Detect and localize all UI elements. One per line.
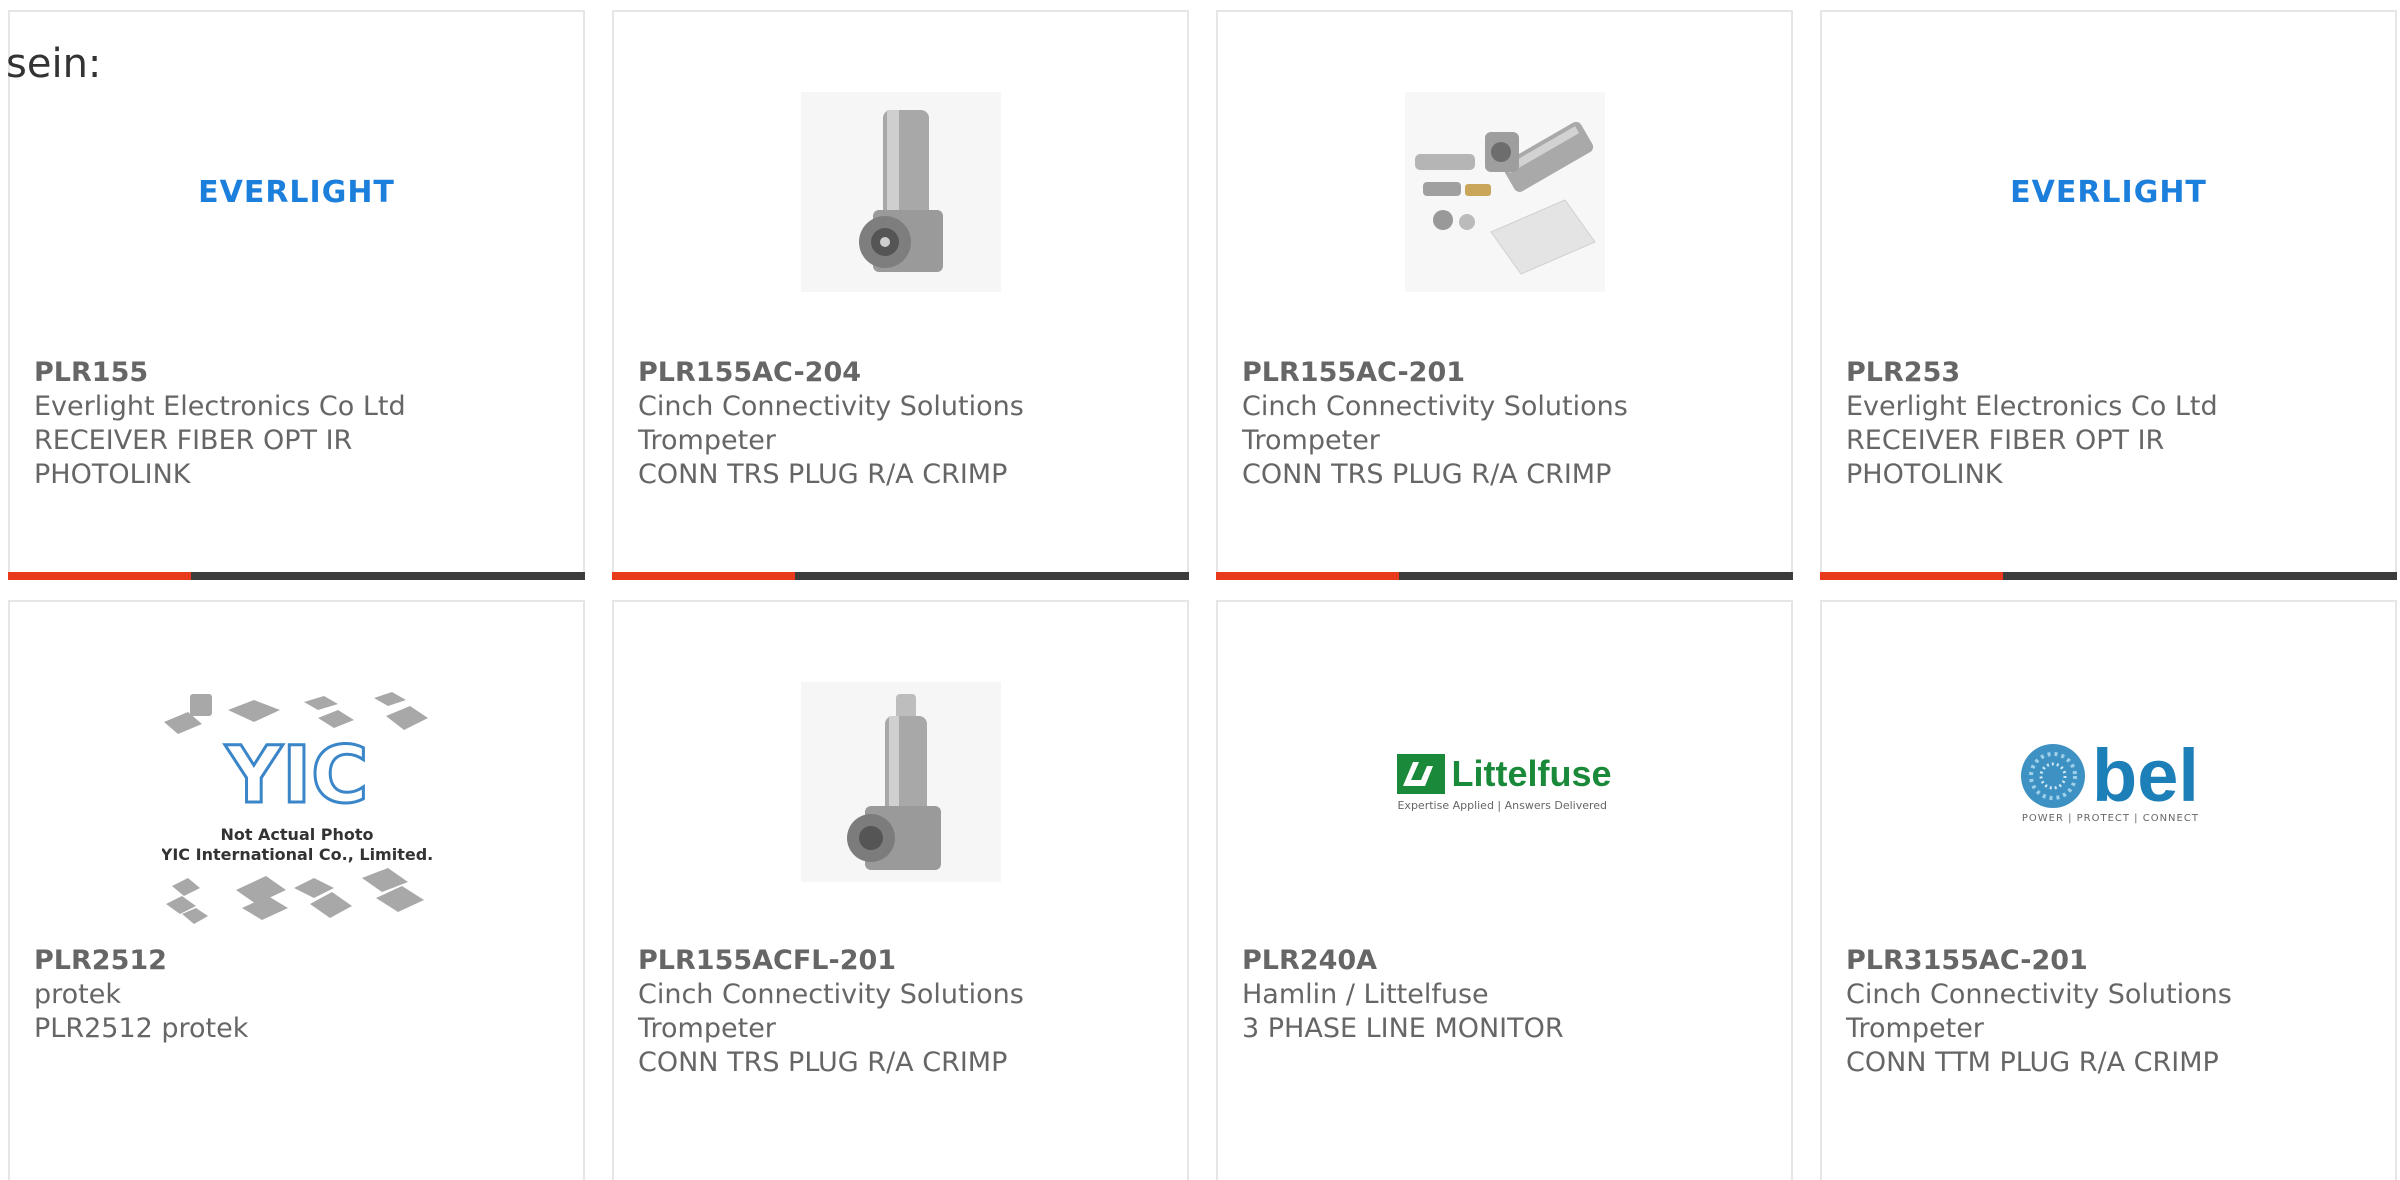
description-line: 3 PHASE LINE MONITOR bbox=[1242, 1013, 1564, 1044]
manufacturer: Cinch Connectivity Solutions bbox=[1846, 979, 2232, 1010]
product-image[interactable]: Littelfuse Expertise Applied | Answers D… bbox=[1218, 662, 1791, 902]
part-number[interactable]: PLR253 bbox=[1846, 356, 2218, 390]
manufacturer: Hamlin / Littelfuse bbox=[1242, 979, 1489, 1010]
product-card[interactable]: YIC Not Actual Photo YIC International C… bbox=[8, 600, 585, 1180]
product-card[interactable]: EVERLIGHT PLR155 Everlight Electronics C… bbox=[8, 10, 585, 580]
card-bottom-bar bbox=[8, 572, 585, 580]
description-line: RECEIVER FIBER OPT IR bbox=[34, 425, 353, 456]
description-line: PHOTOLINK bbox=[34, 459, 191, 490]
intro-text: sein: bbox=[6, 41, 102, 87]
everlight-logo: EVERLIGHT bbox=[2010, 174, 2207, 210]
manufacturer: Everlight Electronics Co Ltd bbox=[34, 391, 406, 422]
description-line: CONN TRS PLUG R/A CRIMP bbox=[638, 1047, 1008, 1078]
connector-photo-icon bbox=[800, 92, 1001, 292]
product-image[interactable]: EVERLIGHT bbox=[10, 72, 583, 312]
product-card[interactable]: PLR155AC-204 Cinch Connectivity Solution… bbox=[612, 10, 1189, 580]
part-number[interactable]: PLR155AC-204 bbox=[638, 356, 1024, 390]
description-line: Trompeter bbox=[638, 1013, 776, 1044]
description-line: PLR2512 protek bbox=[34, 1013, 249, 1044]
manufacturer: protek bbox=[34, 979, 121, 1010]
littelfuse-logo: Littelfuse Expertise Applied | Answers D… bbox=[1397, 752, 1612, 812]
bel-tagline: POWER | PROTECT | CONNECT bbox=[2021, 812, 2199, 824]
product-image[interactable] bbox=[614, 662, 1187, 902]
part-number[interactable]: PLR240A bbox=[1242, 944, 1564, 978]
part-number[interactable]: PLR155AC-201 bbox=[1242, 356, 1628, 390]
part-number[interactable]: PLR155ACFL-201 bbox=[638, 944, 1024, 978]
card-bottom-bar bbox=[1216, 572, 1793, 580]
card-bottom-bar bbox=[1820, 572, 2397, 580]
part-number[interactable]: PLR155 bbox=[34, 356, 406, 390]
manufacturer: Cinch Connectivity Solutions bbox=[638, 391, 1024, 422]
description-line: Trompeter bbox=[1242, 425, 1380, 456]
product-card[interactable]: Littelfuse Expertise Applied | Answers D… bbox=[1216, 600, 1793, 1180]
yic-note-line2: YIC International Co., Limited. bbox=[162, 845, 432, 864]
yic-brand: YIC bbox=[224, 731, 368, 821]
description-line: Trompeter bbox=[1846, 1013, 1984, 1044]
yic-placeholder-icon: YIC Not Actual Photo YIC International C… bbox=[162, 692, 432, 924]
part-number[interactable]: PLR2512 bbox=[34, 944, 248, 978]
description-line: PHOTOLINK bbox=[1846, 459, 2003, 490]
part-number[interactable]: PLR3155AC-201 bbox=[1846, 944, 2232, 978]
connector-kit-photo-icon bbox=[1404, 92, 1605, 292]
manufacturer: Cinch Connectivity Solutions bbox=[638, 979, 1024, 1010]
bel-wordmark: bel bbox=[2092, 733, 2199, 817]
manufacturer: Everlight Electronics Co Ltd bbox=[1846, 391, 2218, 422]
description-line: Trompeter bbox=[638, 425, 776, 456]
bel-globe-icon bbox=[2021, 743, 2086, 808]
description-line: CONN TTM PLUG R/A CRIMP bbox=[1846, 1047, 2219, 1078]
manufacturer: Cinch Connectivity Solutions bbox=[1242, 391, 1628, 422]
description-line: CONN TRS PLUG R/A CRIMP bbox=[638, 459, 1008, 490]
product-image[interactable] bbox=[1218, 72, 1791, 312]
card-bottom-bar bbox=[612, 572, 1189, 580]
littelfuse-wordmark: Littelfuse bbox=[1451, 752, 1612, 794]
product-card[interactable]: bel POWER | PROTECT | CONNECT PLR3155AC-… bbox=[1820, 600, 2397, 1180]
product-card[interactable]: PLR155ACFL-201 Cinch Connectivity Soluti… bbox=[612, 600, 1189, 1180]
bel-logo: bel POWER | PROTECT | CONNECT bbox=[2018, 733, 2199, 824]
product-image[interactable] bbox=[614, 72, 1187, 312]
description-line: CONN TRS PLUG R/A CRIMP bbox=[1242, 459, 1612, 490]
littelfuse-tagline: Expertise Applied | Answers Delivered bbox=[1397, 798, 1608, 812]
everlight-logo: EVERLIGHT bbox=[198, 174, 395, 210]
littelfuse-mark-icon bbox=[1397, 753, 1446, 794]
product-card[interactable]: EVERLIGHT PLR253 Everlight Electronics C… bbox=[1820, 10, 2397, 580]
description-line: RECEIVER FIBER OPT IR bbox=[1846, 425, 2165, 456]
product-image[interactable]: YIC Not Actual Photo YIC International C… bbox=[10, 687, 583, 937]
product-card[interactable]: PLR155AC-201 Cinch Connectivity Solution… bbox=[1216, 10, 1793, 580]
product-image[interactable]: bel POWER | PROTECT | CONNECT bbox=[1822, 662, 2395, 902]
yic-note-line1: Not Actual Photo bbox=[220, 825, 373, 844]
product-image[interactable]: EVERLIGHT bbox=[1822, 72, 2395, 312]
connector-photo-icon bbox=[800, 682, 1001, 882]
